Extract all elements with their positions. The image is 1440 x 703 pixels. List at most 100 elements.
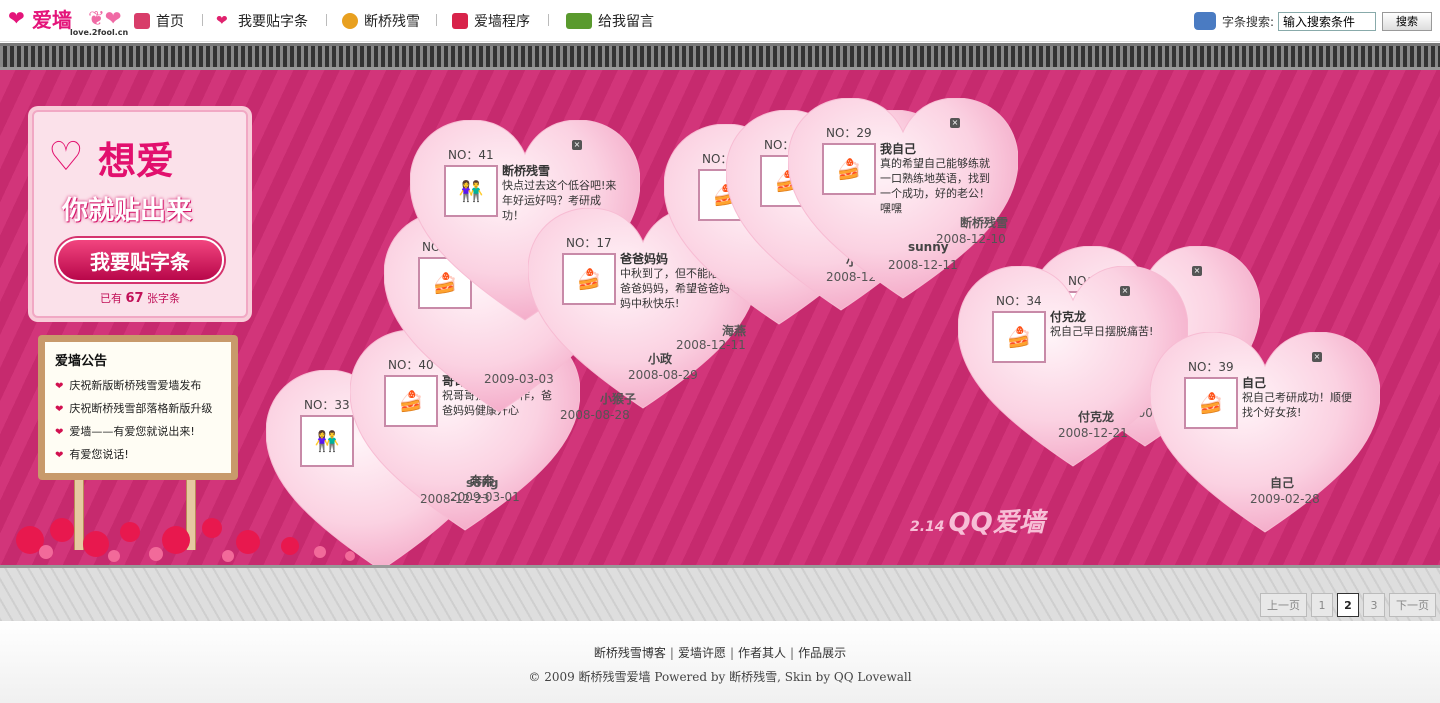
nav-program[interactable]: 爱墙程序	[452, 11, 530, 31]
users-icon	[342, 13, 358, 29]
nav-home[interactable]: 首页	[134, 11, 184, 31]
note-date: 2008-12-11	[888, 258, 958, 272]
footer: 断桥残雪博客 | 爱墙许愿 | 作者其人 | 作品展示 © 2009 断桥残雪爱墙 Powe…	[0, 621, 1440, 703]
note-avatar: 👫	[444, 165, 498, 217]
notice-item[interactable]: 爱墙——有爱您就说出来!	[55, 421, 221, 444]
page-2-button[interactable]: 2	[1337, 593, 1359, 617]
nav-divider	[548, 14, 549, 26]
page-3-button[interactable]: 3	[1363, 593, 1385, 617]
promo-subtitle: 你就贴出来	[62, 196, 193, 226]
footer-link-works[interactable]: 作品展示	[798, 646, 846, 660]
note-count-value: 67	[125, 291, 144, 306]
search-input[interactable]	[1278, 11, 1376, 31]
heart-note[interactable]: NO：39 × 🍰 自己 祝自己考研成功！顺便找个好女孩! 自己 2009-02…	[1150, 332, 1380, 542]
note-number: NO：39	[1188, 360, 1234, 374]
footer-link-blog[interactable]: 断桥残雪博客	[594, 646, 666, 660]
nav-post[interactable]: ❤ 我要贴字条	[216, 11, 308, 31]
logo-heart-icon: ❤	[8, 6, 25, 30]
top-navbar: ❤ 爱墙 ❦❤ love.2fool.cn 首页 ❤ 我要贴字条 断桥残雪 爱墙…	[0, 0, 1440, 42]
prev-page-button[interactable]: 上一页	[1260, 593, 1307, 617]
note-extra-text: 小猴子	[600, 392, 637, 406]
close-icon[interactable]: ×	[1192, 266, 1202, 276]
footer-link-author[interactable]: 作者其人	[738, 646, 786, 660]
search-button[interactable]: 搜索	[1382, 11, 1432, 31]
nav-author-label: 断桥残雪	[364, 14, 420, 30]
footer-link-wish[interactable]: 爱墙许愿	[678, 646, 726, 660]
note-date: 2009-02-28	[1250, 492, 1320, 506]
note-avatar: 🍰	[1184, 377, 1238, 429]
nav-divider	[202, 14, 203, 26]
note-extra-text: 2008-12-10	[936, 232, 1006, 246]
note-extra-text: 2008-08-28	[560, 408, 630, 422]
note-message: 祝自己考研成功！顺便找个好女孩!	[1242, 391, 1352, 419]
house-icon	[566, 13, 592, 29]
site-logo[interactable]: ❤ 爱墙 ❦❤ love.2fool.cn	[8, 4, 128, 38]
note-recipient: 付克龙	[1050, 310, 1087, 324]
note-recipient: 我自己	[880, 142, 917, 156]
logo-text: 爱墙	[32, 8, 72, 32]
search-label: 字条搜索:	[1221, 14, 1274, 29]
home-icon	[134, 13, 150, 29]
note-count-prefix: 已有	[99, 292, 122, 305]
logo-url: love.2fool.cn	[70, 28, 129, 37]
close-icon[interactable]: ×	[572, 140, 582, 150]
nav-divider	[436, 14, 437, 26]
promo-title: 想爱	[98, 138, 175, 183]
page-1-button[interactable]: 1	[1311, 593, 1333, 617]
note-extra-text: song	[466, 476, 499, 490]
nav-message-label: 给我留言	[598, 14, 654, 30]
note-avatar: 🍰	[562, 253, 616, 305]
nav-author[interactable]: 断桥残雪	[342, 11, 420, 31]
footer-separator: |	[669, 646, 674, 660]
post-promo-panel: ♡ 想爱 你就贴出来 我要贴字条 已有 67 张字条	[32, 110, 248, 318]
note-extra-text: 2008-12-23	[420, 492, 490, 506]
note-avatar: 👫	[300, 415, 354, 467]
close-icon[interactable]: ×	[950, 118, 960, 128]
post-note-button[interactable]: 我要贴字条	[56, 238, 224, 282]
footer-separator: |	[790, 646, 795, 660]
note-date: 2008-12-21	[1058, 426, 1128, 440]
notice-item[interactable]: 庆祝新版断桥残雪爱墙发布	[55, 375, 221, 398]
notice-item[interactable]: 有爱您说话!	[55, 444, 221, 467]
note-avatar: 🍰	[992, 311, 1046, 363]
program-icon	[452, 13, 468, 29]
note-recipient: 爸爸妈妈	[620, 252, 669, 266]
note-extra-text: 2008-12-11	[676, 338, 746, 352]
close-icon[interactable]: ×	[1120, 286, 1130, 296]
search-area: 字条搜索: 搜索	[1193, 10, 1432, 32]
note-signature: 付克龙	[1078, 410, 1115, 424]
note-number: NO：17	[566, 236, 612, 250]
close-icon[interactable]: ×	[1312, 352, 1322, 362]
note-recipient: 断桥残雪	[502, 164, 551, 178]
copyright: © 2009 断桥残雪爱墙 Powered by 断桥残雪, Skin by Q…	[528, 670, 912, 684]
note-number: NO：33	[304, 398, 350, 412]
footer-links: 断桥残雪博客 | 爱墙许愿 | 作者其人 | 作品展示	[0, 644, 1440, 661]
nav-message[interactable]: 给我留言	[566, 11, 654, 31]
note-extra-text: 海燕	[722, 324, 747, 338]
note-signature: 自己	[1270, 476, 1295, 490]
note-count: 已有 67 张字条	[34, 290, 246, 306]
pagination-bar: 上一页 1 2 3 下一页	[0, 565, 1440, 621]
watermark-text: QQ爱墙	[948, 508, 1045, 538]
note-number: NO：34	[996, 294, 1042, 308]
notice-title: 爱墙公告	[55, 354, 108, 369]
qq-lovewall-watermark: 2.14 QQ爱墙	[910, 502, 1045, 539]
next-page-button[interactable]: 下一页	[1389, 593, 1436, 617]
film-strip-divider	[0, 43, 1440, 70]
watermark-prefix: 2.14	[910, 519, 945, 535]
heart-shape	[1150, 332, 1380, 533]
note-date: 2008-08-29	[628, 368, 698, 382]
note-recipient: 自己	[1242, 376, 1267, 390]
heart-icon: ❤	[216, 13, 228, 29]
nav-post-label: 我要贴字条	[238, 14, 308, 30]
nav-divider	[326, 14, 327, 26]
notice-item[interactable]: 庆祝断桥残雪部落格新版升级	[55, 398, 221, 421]
note-number: NO：29	[826, 126, 872, 140]
search-icon	[1193, 12, 1216, 30]
pager: 上一页 1 2 3 下一页	[1260, 593, 1436, 617]
note-signature: 小政	[648, 352, 673, 366]
promo-heart-icon: ♡	[48, 134, 84, 180]
note-count-suffix: 张字条	[147, 292, 181, 305]
note-message: 真的希望自己能够练就一口熟练地英语，找到一个成功，好的老公！嘿嘿	[880, 157, 990, 215]
note-avatar: 🍰	[822, 143, 876, 195]
